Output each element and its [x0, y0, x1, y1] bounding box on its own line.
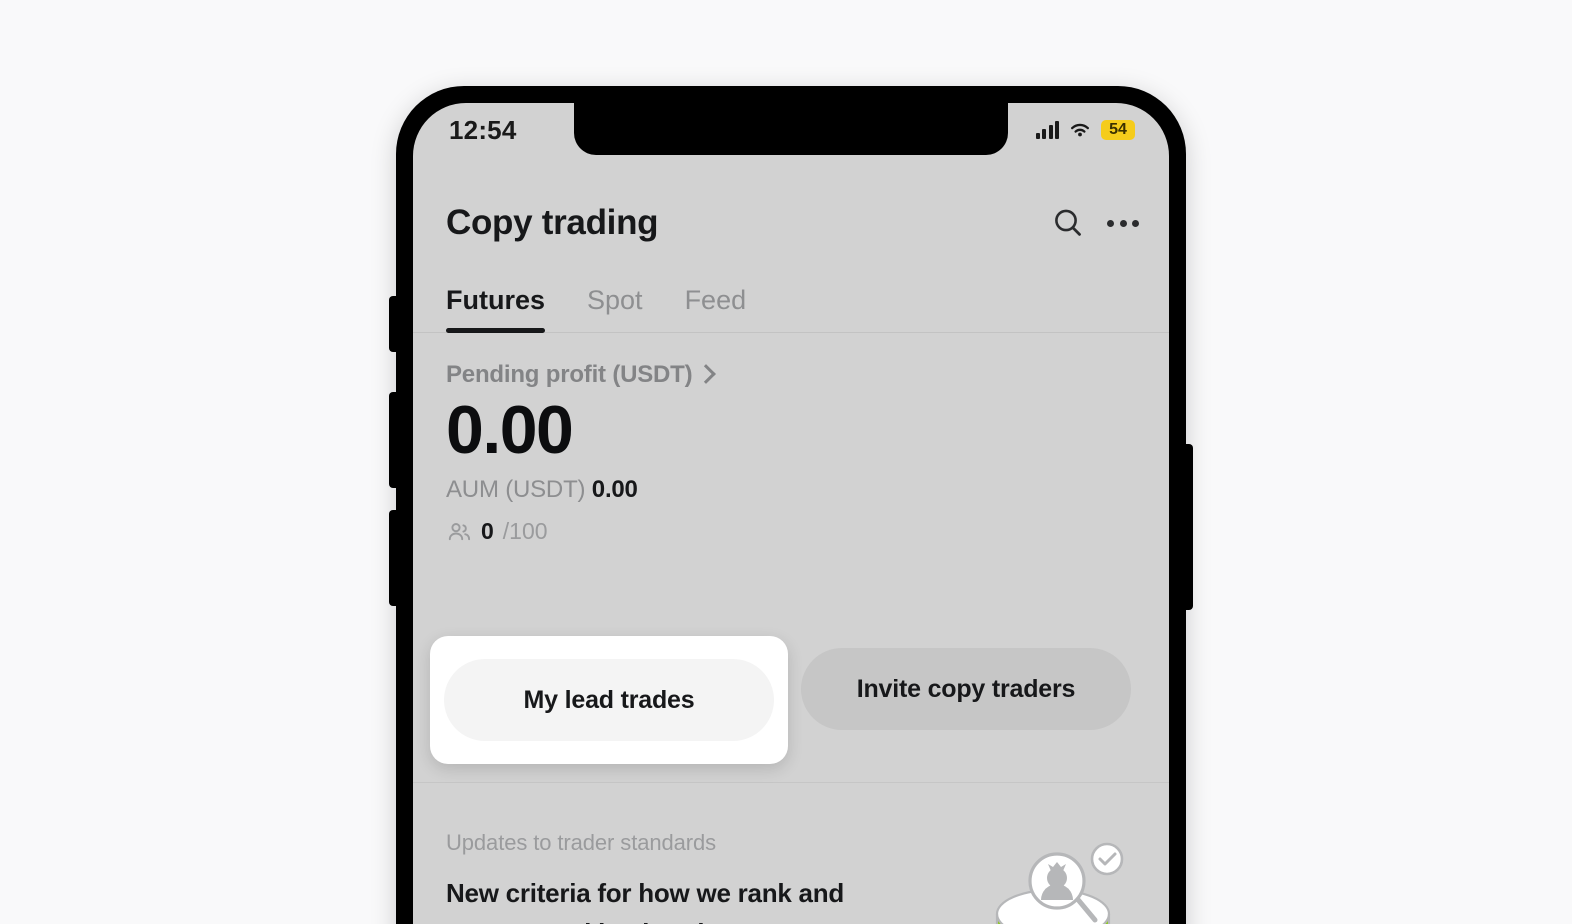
tab-futures[interactable]: Futures: [446, 285, 546, 333]
followers-row: 0/100: [446, 518, 1139, 545]
promo-text: Updates to trader standards New criteria…: [446, 828, 963, 924]
wifi-icon: [1071, 123, 1089, 137]
chevron-right-icon: [696, 364, 717, 384]
followers-max: /100: [502, 518, 548, 545]
aum-row: AUM (USDT) 0.00: [446, 476, 1139, 504]
promo-headline: New criteria for how we rank and recomme…: [446, 878, 844, 924]
battery-level-badge: 54: [1101, 120, 1135, 140]
aum-label: AUM (USDT): [446, 476, 586, 504]
promo-kicker: Updates to trader standards: [446, 830, 717, 855]
page-title: Copy trading: [446, 203, 659, 242]
people-icon: [448, 522, 471, 541]
pending-profit-label: Pending profit (USDT): [446, 361, 693, 388]
trader-review-illustration: [995, 842, 1124, 924]
pending-profit-value: 0.00: [446, 392, 574, 468]
volume-up-button[interactable]: [389, 392, 398, 488]
phone-device-frame: 12:54 54 Copy trading Futures Spot Feed …: [389, 86, 1193, 924]
tab-spot[interactable]: Spot: [587, 285, 643, 333]
spotlight-highlight-card: My lead trades: [430, 636, 788, 764]
tab-bar-divider: [413, 332, 1169, 333]
power-button[interactable]: [1184, 444, 1193, 610]
status-bar: 12:54 54: [413, 103, 1169, 155]
search-icon[interactable]: [1051, 206, 1085, 240]
tab-feed[interactable]: Feed: [685, 285, 747, 333]
aum-value: 0.00: [591, 476, 638, 504]
promo-banner[interactable]: Updates to trader standards New criteria…: [413, 803, 1169, 924]
invite-copy-traders-button[interactable]: Invite copy traders: [801, 648, 1131, 730]
status-icons: 54: [1035, 120, 1135, 140]
account-summary: Pending profit (USDT) 0.00 AUM (USDT) 0.…: [446, 361, 1139, 545]
pending-profit-row[interactable]: Pending profit (USDT): [446, 361, 1139, 389]
cellular-bars-icon: [1035, 121, 1059, 139]
page-canvas: 12:54 54 Copy trading Futures Spot Feed …: [0, 0, 1572, 924]
spotlight-my-lead-trades-button[interactable]: My lead trades: [444, 659, 774, 741]
mute-switch-button[interactable]: [389, 296, 398, 352]
header-actions: [1051, 206, 1139, 240]
tab-bar: Futures Spot Feed: [446, 271, 1169, 333]
followers-count: 0: [481, 518, 494, 545]
more-options-icon[interactable]: [1107, 219, 1139, 227]
promo-divider: [413, 782, 1169, 783]
status-time: 12:54: [449, 114, 517, 145]
phone-screen: 12:54 54 Copy trading Futures Spot Feed …: [413, 103, 1169, 924]
app-header: Copy trading: [413, 191, 1169, 255]
volume-down-button[interactable]: [389, 510, 398, 606]
